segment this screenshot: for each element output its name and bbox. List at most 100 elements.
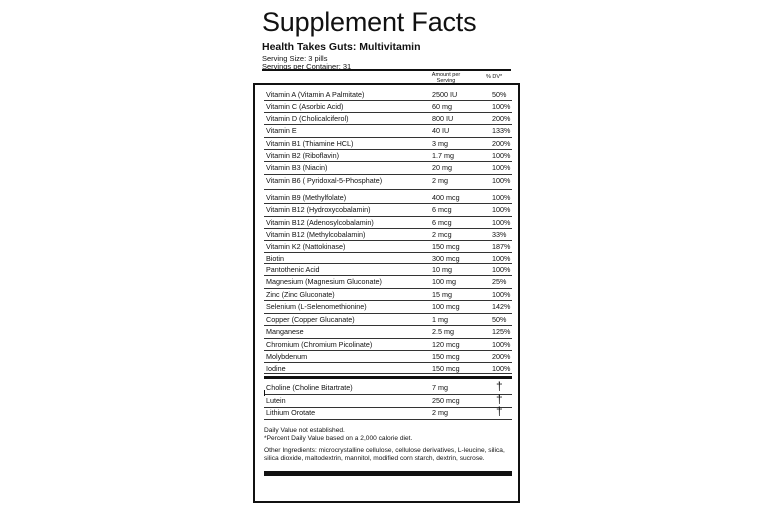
nutrient-amount: 15 mg [432,290,452,299]
nutrient-row: Molybdenum 150 mcg 200% [264,352,512,363]
nutrient-row: Zinc (Zinc Gluconate) 15 mg 100% [264,290,512,301]
nutrient-amount: 120 mcg [432,340,460,349]
nutrient-row: Copper (Copper Glucanate) 1 mg 50% [264,315,512,326]
nutrient-row: Chromium (Chromium Picolinate) 120 mcg 100… [264,340,512,351]
nutrient-amount: 60 mg [432,102,452,111]
dagger-footnote: Daily Value not established. [264,427,345,434]
nutrient-name: Vitamin C (Asorbic Acid) [266,102,344,111]
nutrient-dv: 187% [492,242,511,251]
nutrient-amount: 10 mg [432,265,452,274]
nutrient-row: Biotin 300 mcg 100% [264,254,512,264]
ingredient-name: Lutein [266,396,286,405]
nutrient-row: Vitamin B9 (Methylfolate) 400 mcg 100% [264,193,512,204]
nutrient-amount: 100 mcg [432,302,460,311]
nutrient-row: Vitamin B12 (Hydroxycobalamin) 6 mcg 100% [264,205,512,217]
nutrient-name: Vitamin B3 (Niacin) [266,163,328,172]
nutrient-amount: 6 mcg [432,205,452,214]
nutrient-name: Magnesium (Magnesium Gluconate) [266,277,382,286]
nutrient-amount: 2 mcg [432,230,452,239]
nutrient-dv: 200% [492,352,511,361]
nutrient-row: Vitamin C (Asorbic Acid) 60 mg 100% [264,102,512,113]
other-ingredient-row: Choline (Choline Bitartrate) 7 mg † [264,380,512,395]
nutrient-amount: 6 mcg [432,218,452,227]
nutrient-row: Manganese 2.5 mg 125% [264,327,512,339]
nutrient-dv: 100% [492,151,511,160]
nutrient-amount: 1 mg [432,315,448,324]
nutrient-row: Vitamin A (Vitamin A Palmitate) 2500 IU 50… [264,90,512,101]
section-divider [264,376,512,379]
nutrient-name: Vitamin B9 (Methylfolate) [266,193,347,202]
nutrient-name: Vitamin B12 (Adenosylcobalamin) [266,218,374,227]
page-title: Supplement Facts [262,7,477,37]
nutrient-dv: 100% [492,218,511,227]
nutrient-dv: 200% [492,114,511,123]
nutrient-name: Biotin [266,254,284,263]
ingredient-amount: 250 mcg [432,396,460,405]
bottom-bar [264,471,512,476]
nutrient-name: Vitamin B1 (Thiamine HCL) [266,139,354,148]
product-name: Health Takes Guts: Multivitamin [262,41,421,53]
nutrient-row: Vitamin B12 (Adenosylcobalamin) 6 mcg 100% [264,218,512,229]
nutrient-row: Vitamin B6 ( Pyridoxal-5-Phosphate) 2 mg 1… [264,176,512,190]
nutrient-name: Vitamin K2 (Nattokinase) [266,242,346,251]
nutrient-amount: 2500 IU [432,90,458,99]
nutrient-name: Manganese [266,327,304,336]
column-header-dv: % DV* [486,74,503,80]
nutrient-row: Pantothenic Acid 10 mg 100% [264,265,512,276]
nutrient-amount: 3 mg [432,139,448,148]
nutrient-dv: 100% [492,290,511,299]
ingredient-amount: 7 mg [432,383,448,392]
nutrient-row: Vitamin B2 (Riboflavin) 1.7 mg 100% [264,151,512,162]
nutrient-amount: 150 mcg [432,364,460,373]
nutrient-dv: 142% [492,302,511,311]
nutrient-row: Vitamin K2 (Nattokinase) 150 mcg 187% [264,242,512,253]
nutrient-name: Selenium (L-Selenomethionine) [266,302,367,311]
ingredient-amount: 2 mg [432,408,448,417]
ingredient-name: Lithium Orotate [266,408,316,417]
ingredient-name: Choline (Choline Bitartrate) [266,383,353,392]
nutrient-dv: 100% [492,364,511,373]
nutrient-amount: 2 mg [432,176,448,185]
nutrient-dv: 100% [492,102,511,111]
dagger-mark: † [496,392,503,406]
nutrient-amount: 40 IU [432,126,450,135]
nutrient-name: Vitamin D (Cholicalciferol) [266,114,349,123]
facts-panel: Vitamin A (Vitamin A Palmitate) 2500 IU 50… [253,83,520,503]
nutrient-amount: 1.7 mg [432,151,454,160]
nutrient-dv: 100% [492,176,511,185]
nutrient-row: Magnesium (Magnesium Gluconate) 100 mg 25% [264,277,512,289]
nutrient-dv: 33% [492,230,507,239]
nutrient-dv: 100% [492,163,511,172]
other-ingredient-row: Lutein 250 mcg † [264,392,512,408]
nutrient-dv: 100% [492,193,511,202]
nutrient-dv: 100% [492,205,511,214]
stray-mark [264,390,265,396]
nutrient-dv: 125% [492,327,511,336]
nutrient-dv: 100% [492,340,511,349]
nutrient-name: Zinc (Zinc Gluconate) [266,290,335,299]
nutrient-name: Vitamin B12 (Hydroxycobalamin) [266,205,371,214]
nutrient-amount: 150 mcg [432,352,460,361]
nutrient-amount: 800 IU [432,114,454,123]
percent-footnote: *Percent Daily Value based on a 2,000 ca… [264,435,413,442]
nutrient-amount: 150 mcg [432,242,460,251]
nutrient-row: Vitamin B12 (Methylcobalamin) 2 mcg 33% [264,230,512,241]
nutrient-name: Iodine [266,364,286,373]
nutrient-amount: 400 mcg [432,193,460,202]
header-rule [262,69,511,71]
nutrient-name: Copper (Copper Glucanate) [266,315,355,324]
nutrient-dv: 133% [492,126,511,135]
nutrient-dv: 50% [492,90,507,99]
nutrient-dv: 50% [492,315,507,324]
nutrient-amount: 100 mg [432,277,456,286]
nutrient-row: Selenium (L-Selenomethionine) 100 mcg 142% [264,302,512,314]
nutrient-amount: 2.5 mg [432,327,454,336]
nutrient-name: Vitamin B12 (Methylcobalamin) [266,230,366,239]
nutrient-amount: 20 mg [432,163,452,172]
nutrient-amount: 300 mcg [432,254,460,263]
nutrient-name: Vitamin E [266,126,297,135]
other-ingredient-row: Lithium Orotate 2 mg † [264,405,512,420]
nutrient-row: Vitamin D (Cholicalciferol) 800 IU 200% [264,114,512,125]
nutrient-dv: 25% [492,277,507,286]
nutrient-name: Chromium (Chromium Picolinate) [266,340,373,349]
